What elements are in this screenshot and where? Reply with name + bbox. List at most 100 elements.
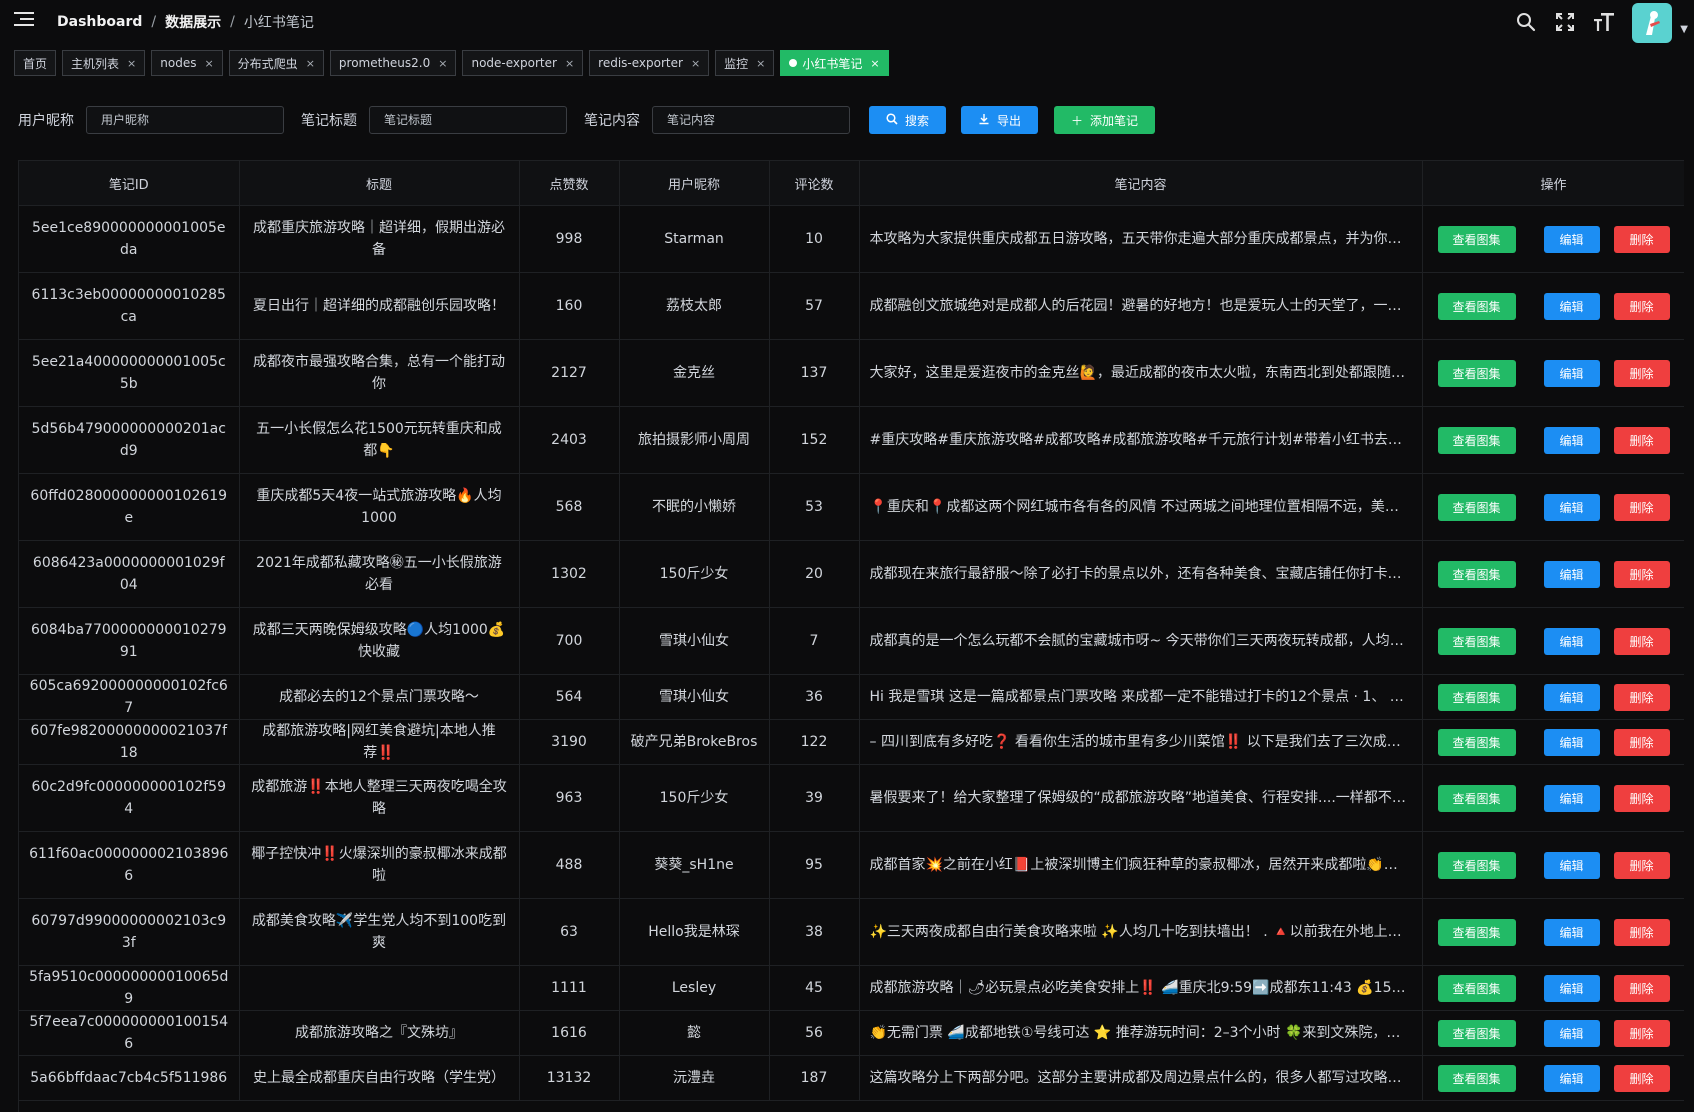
table-row[interactable]: 5d56b479000000000201acd9 五一小长假怎么花1500元玩转重… xyxy=(19,406,1684,474)
nickname-input[interactable] xyxy=(86,106,284,134)
tab-node-exporter[interactable]: node-exporter × xyxy=(462,50,584,76)
delete-button[interactable]: 删除 xyxy=(1613,225,1670,253)
edit-button[interactable]: 编辑 xyxy=(1543,292,1600,320)
edit-button[interactable]: 编辑 xyxy=(1543,728,1600,756)
edit-button[interactable]: 编辑 xyxy=(1543,426,1600,454)
close-icon[interactable]: × xyxy=(565,57,574,70)
breadcrumb-item-dashboard[interactable]: Dashboard xyxy=(57,14,142,30)
view-gallery-button[interactable]: 查看图集 xyxy=(1437,784,1516,812)
view-gallery-button[interactable]: 查看图集 xyxy=(1437,918,1516,946)
view-gallery-button[interactable]: 查看图集 xyxy=(1437,493,1516,521)
tab-xiaohongshu-notes[interactable]: 小红书笔记 × xyxy=(780,50,889,76)
close-icon[interactable]: × xyxy=(870,57,879,70)
tab-prometheus[interactable]: prometheus2.0 × xyxy=(329,50,457,76)
edit-button[interactable]: 编辑 xyxy=(1543,683,1600,711)
view-gallery-button[interactable]: 查看图集 xyxy=(1437,627,1516,655)
delete-button[interactable]: 删除 xyxy=(1613,359,1670,387)
delete-button[interactable]: 删除 xyxy=(1613,493,1670,521)
chevron-down-icon[interactable]: ▼ xyxy=(1680,24,1688,35)
delete-button[interactable]: 删除 xyxy=(1613,918,1670,946)
view-gallery-button[interactable]: 查看图集 xyxy=(1437,851,1516,879)
edit-button[interactable]: 编辑 xyxy=(1543,1064,1600,1092)
header-content[interactable]: 笔记内容 xyxy=(859,160,1423,206)
search-button[interactable]: 搜索 xyxy=(869,106,946,134)
add-note-button[interactable]: ＋ 添加笔记 xyxy=(1054,106,1155,134)
delete-button[interactable]: 删除 xyxy=(1613,851,1670,879)
tab-redis-exporter[interactable]: redis-exporter × xyxy=(589,50,710,76)
delete-button[interactable]: 删除 xyxy=(1613,683,1670,711)
delete-button[interactable]: 删除 xyxy=(1613,1064,1670,1092)
view-gallery-button[interactable]: 查看图集 xyxy=(1437,292,1516,320)
edit-button[interactable]: 编辑 xyxy=(1543,627,1600,655)
close-icon[interactable]: × xyxy=(127,57,136,70)
edit-button[interactable]: 编辑 xyxy=(1543,1019,1600,1047)
table-row[interactable]: 5f7eea7c0000000001001546 成都旅游攻略之『文殊坊』 1616… xyxy=(19,1010,1684,1056)
edit-button[interactable]: 编辑 xyxy=(1543,918,1600,946)
close-icon[interactable]: × xyxy=(691,57,700,70)
font-size-icon[interactable] xyxy=(1593,11,1615,33)
close-icon[interactable]: × xyxy=(306,57,315,70)
title-input[interactable] xyxy=(369,106,567,134)
delete-button[interactable]: 删除 xyxy=(1613,1019,1670,1047)
delete-button[interactable]: 删除 xyxy=(1613,974,1670,1002)
table-row[interactable]: 611f60ac0000000021038966 椰子控快冲‼️火爆深圳的豪叔椰冰… xyxy=(19,831,1684,899)
view-gallery-button[interactable]: 查看图集 xyxy=(1437,728,1516,756)
tab-monitor[interactable]: 监控 × xyxy=(715,50,775,76)
delete-button[interactable]: 删除 xyxy=(1613,560,1670,588)
delete-button[interactable]: 删除 xyxy=(1613,784,1670,812)
fullscreen-icon[interactable] xyxy=(1554,11,1576,33)
delete-button[interactable]: 删除 xyxy=(1613,426,1670,454)
view-gallery-button[interactable]: 查看图集 xyxy=(1437,426,1516,454)
breadcrumb-item-data-display[interactable]: 数据展示 xyxy=(165,12,221,32)
close-icon[interactable]: × xyxy=(438,57,447,70)
table-row[interactable]: 6086423a0000000001029f04 2021年成都私藏攻略㊙五一小长… xyxy=(19,540,1684,608)
table-row[interactable]: 60c2d9fc000000000102f594 成都旅游‼️本地人整理三天两夜吃… xyxy=(19,764,1684,832)
table-row[interactable]: 607fe98200000000021037f18 成都旅游攻略|网红美食避坑|本… xyxy=(19,719,1684,765)
header-nickname[interactable]: 用户昵称 xyxy=(619,160,770,206)
delete-button[interactable]: 删除 xyxy=(1613,728,1670,756)
header-likes[interactable]: 点赞数 xyxy=(519,160,620,206)
view-gallery-button[interactable]: 查看图集 xyxy=(1437,225,1516,253)
tab-host-list[interactable]: 主机列表 × xyxy=(62,50,146,76)
edit-button[interactable]: 编辑 xyxy=(1543,851,1600,879)
edit-button[interactable]: 编辑 xyxy=(1543,225,1600,253)
header-note-id[interactable]: 笔记ID xyxy=(19,160,240,206)
table-row[interactable]: 6084ba770000000001027991 成都三天两晚保姆级攻略🔵人均10… xyxy=(19,607,1684,675)
cell-likes: 700 xyxy=(519,607,620,675)
edit-button[interactable]: 编辑 xyxy=(1543,493,1600,521)
close-icon[interactable]: × xyxy=(756,57,765,70)
header-comments[interactable]: 评论数 xyxy=(769,160,860,206)
table-row[interactable]: 6113c3eb00000000010285ca 夏日出行｜超详细的成都融创乐园攻… xyxy=(19,272,1684,340)
delete-button[interactable]: 删除 xyxy=(1613,292,1670,320)
cell-content: 大家好，这里是爱逛夜市的金克丝🙋，最近成都的夜市太火啦，东南西北到处都跟随起摆.… xyxy=(859,339,1423,407)
table-row[interactable]: 5ee1ce890000000001005eda 成都重庆旅游攻略｜超详细，假期出… xyxy=(19,205,1684,273)
tab-home[interactable]: 首页 xyxy=(14,50,57,76)
table-row[interactable]: 60797d99000000002103c93f 成都美食攻略✈️学生党人均不到1… xyxy=(19,898,1684,966)
tab-nodes[interactable]: nodes × xyxy=(151,50,223,76)
view-gallery-button[interactable]: 查看图集 xyxy=(1437,1019,1516,1047)
header-title[interactable]: 标题 xyxy=(239,160,520,206)
close-icon[interactable]: × xyxy=(204,57,213,70)
view-gallery-button[interactable]: 查看图集 xyxy=(1437,683,1516,711)
view-gallery-button[interactable]: 查看图集 xyxy=(1437,1064,1516,1092)
edit-button[interactable]: 编辑 xyxy=(1543,560,1600,588)
search-icon[interactable] xyxy=(1515,11,1537,33)
table-row[interactable]: 5a66bffdaac7cb4c5f511986 史上最全成都重庆自由行攻略（学生… xyxy=(19,1055,1684,1101)
table-row[interactable]: 5ee21a400000000001005c5b 成都夜市最强攻略合集，总有一个能… xyxy=(19,339,1684,407)
delete-button[interactable]: 删除 xyxy=(1613,627,1670,655)
edit-button[interactable]: 编辑 xyxy=(1543,359,1600,387)
view-gallery-button[interactable]: 查看图集 xyxy=(1437,974,1516,1002)
edit-button[interactable]: 编辑 xyxy=(1543,784,1600,812)
content-input[interactable] xyxy=(652,106,850,134)
avatar[interactable] xyxy=(1632,3,1673,43)
table-row[interactable]: 5fa9510c00000000010065d9 1111 Lesley 45 成都旅游… xyxy=(19,965,1684,1011)
hamburger-menu-icon[interactable] xyxy=(14,12,34,30)
export-button[interactable]: 导出 xyxy=(961,106,1038,134)
view-gallery-button[interactable]: 查看图集 xyxy=(1437,359,1516,387)
view-gallery-button[interactable]: 查看图集 xyxy=(1437,560,1516,588)
table-row[interactable]: 60ffd028000000000102619e 重庆成都5天4夜一站式旅游攻略🔥… xyxy=(19,473,1684,541)
edit-button[interactable]: 编辑 xyxy=(1543,974,1600,1002)
cell-likes: 63 xyxy=(519,898,620,966)
table-row[interactable]: 605ca692000000000102fc67 成都必去的12个景点门票攻略～ 5… xyxy=(19,674,1684,720)
tab-crawler[interactable]: 分布式爬虫 × xyxy=(228,50,324,76)
